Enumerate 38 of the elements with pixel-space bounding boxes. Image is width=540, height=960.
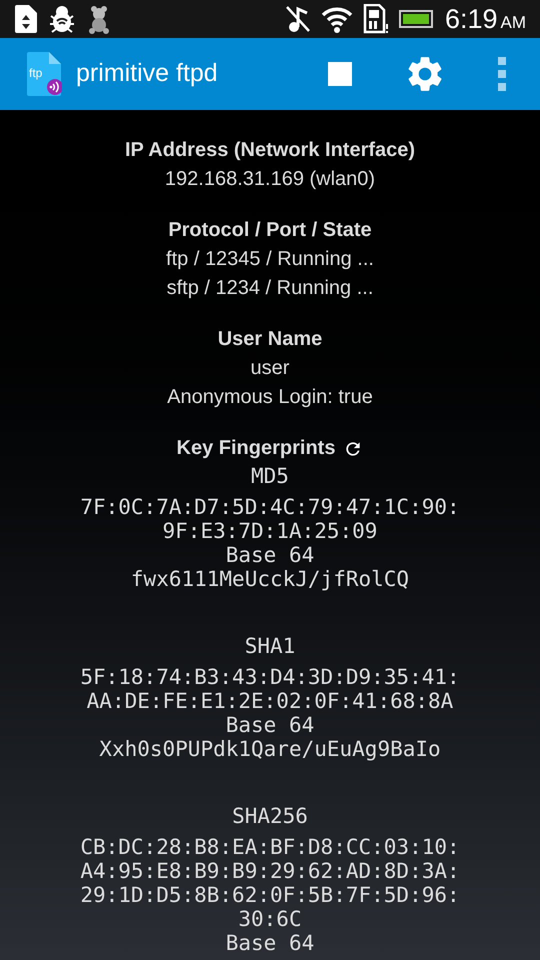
clock-time: 6:19 bbox=[444, 2, 498, 36]
fingerprint-hex: 30:6C bbox=[238, 907, 302, 931]
hash-name: SHA1 bbox=[244, 633, 296, 659]
info-text: Anonymous Login: true bbox=[167, 385, 373, 410]
fingerprint-hex: A4:95:E8:B9:B9:29:62:AD:8D:3A: bbox=[80, 859, 460, 883]
app-logo-icon bbox=[26, 52, 62, 96]
app-title: primitive ftpd bbox=[76, 58, 219, 90]
section-heading: Key Fingerprints bbox=[176, 436, 336, 461]
fingerprint-hex: 7F:0C:7A:D7:5D:4C:79:47:1C:90: bbox=[80, 495, 460, 519]
fingerprint-base64: Xxh0s0PUPdk1Qare/uEuAg9BaIo bbox=[99, 737, 441, 761]
more-options-icon[interactable] bbox=[498, 57, 506, 91]
hash-name: SHA256 bbox=[232, 803, 308, 829]
logo-text: ftp bbox=[29, 66, 42, 80]
fingerprint-hex: AA:DE:FE:E1:2E:02:0F:41:68:8A bbox=[86, 689, 454, 713]
clock-meridiem: AM bbox=[500, 12, 526, 34]
info-text: sftp / 1234 / Running ... bbox=[166, 276, 374, 301]
wifi-icon bbox=[320, 5, 353, 33]
sim-card-icon bbox=[362, 4, 389, 34]
fingerprint-hex: 29:1D:D5:8B:62:0F:5B:7F:5D:96: bbox=[80, 883, 460, 907]
info-text: user bbox=[250, 356, 290, 381]
music-muted-icon bbox=[284, 5, 311, 33]
base64-label: Base 64 bbox=[226, 713, 314, 737]
fingerprint-hex: 5F:18:74:B3:43:D4:3D:D9:35:41: bbox=[80, 665, 460, 689]
info-text: 192.168.31.169 (wlan0) bbox=[164, 167, 376, 192]
section-heading: IP Address (Network Interface) bbox=[124, 138, 416, 163]
section-heading: Protocol / Port / State bbox=[168, 218, 372, 243]
bug-icon bbox=[48, 4, 76, 34]
base64-label: Base 64 bbox=[226, 931, 314, 955]
base64-label: Base 64 bbox=[226, 543, 314, 567]
battery-icon bbox=[398, 10, 433, 28]
fingerprint-hex: CB:DC:28:B8:EA:BF:D8:CC:03:10: bbox=[80, 835, 460, 859]
file-icon bbox=[14, 4, 38, 34]
fingerprint-base64: fwx6111MeUcckJ/jfRolCQ bbox=[130, 567, 410, 591]
fingerprint-hex: 9F:E3:7D:1A:25:09 bbox=[162, 519, 378, 543]
hash-name: MD5 bbox=[251, 463, 289, 489]
info-text: ftp / 12345 / Running ... bbox=[166, 247, 374, 272]
teddy-bear-icon bbox=[86, 4, 112, 34]
section-heading: User Name bbox=[218, 327, 322, 352]
